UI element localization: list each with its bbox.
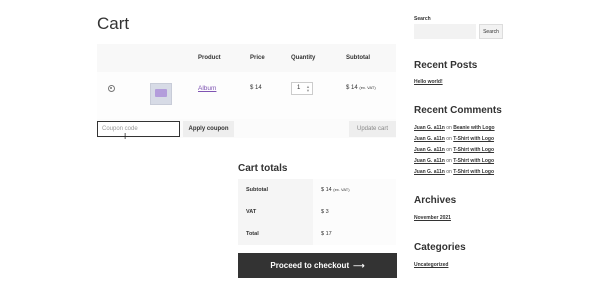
comment-on-text: on <box>446 147 452 153</box>
comment-author-link[interactable]: Juan G. a11n <box>414 158 445 164</box>
coupon-code-input[interactable]: Coupon code I <box>97 121 180 141</box>
item-subtotal-note: (ex. VAT) <box>359 85 376 90</box>
archive-text[interactable]: November 2021 <box>414 215 451 221</box>
coupon-placeholder: Coupon code <box>102 126 138 132</box>
comment-author-link[interactable]: Juan G. a11n <box>414 147 445 153</box>
totals-row-vat: VAT $ 3 <box>238 201 396 223</box>
text-cursor-icon: I <box>124 132 127 141</box>
totals-row-subtotal: Subtotal $ 14 (ex. VAT) <box>238 179 396 201</box>
search-input[interactable] <box>414 24 476 39</box>
recent-comment-item: Juan G. a11n on T-Shirt with Logo <box>414 169 494 175</box>
recent-comment-item: Juan G. a11n on T-Shirt with Logo <box>414 136 494 142</box>
cart-totals-title: Cart totals <box>238 163 288 174</box>
recent-comments-title: Recent Comments <box>414 105 502 116</box>
recent-comment-item: Juan G. a11n on T-Shirt with Logo <box>414 147 494 153</box>
recent-post-link[interactable]: Hello world! <box>414 79 443 85</box>
cart-item-row: Album $ 14 1 ▲ ▼ $ 14 (ex. VAT) <box>97 72 396 119</box>
cart-actions: Coupon code I Apply coupon Update cart <box>97 119 396 141</box>
totals-label: Subtotal <box>238 179 313 201</box>
comment-post-link[interactable]: T-Shirt with Logo <box>453 158 494 164</box>
update-cart-button[interactable]: Update cart <box>349 121 396 137</box>
totals-value: $ 3 <box>313 201 396 223</box>
header-product: Product <box>198 55 221 61</box>
comment-post-link[interactable]: Beanie with Logo <box>453 125 494 131</box>
subtotal-value: $ 14 <box>321 187 332 193</box>
comment-post-link[interactable]: T-Shirt with Logo <box>453 136 494 142</box>
header-subtotal: Subtotal <box>346 55 370 61</box>
comment-on-text: on <box>446 136 452 142</box>
comment-post-link[interactable]: T-Shirt with Logo <box>453 169 494 175</box>
item-price: $ 14 <box>250 85 262 91</box>
stepper-arrows-icon[interactable]: ▲ ▼ <box>306 85 310 93</box>
recent-post-text[interactable]: Hello world! <box>414 79 443 85</box>
recent-comment-item: Juan G. a11n on Beanie with Logo <box>414 125 495 131</box>
cart-table: Product Price Quantity Subtotal Album $ … <box>97 44 396 141</box>
album-thumbnail[interactable] <box>150 83 172 105</box>
item-subtotal: $ 14 (ex. VAT) <box>346 85 376 91</box>
totals-label: Total <box>238 223 313 245</box>
comment-author-link[interactable]: Juan G. a11n <box>414 169 445 175</box>
product-link[interactable]: Album <box>198 85 216 92</box>
proceed-to-checkout-button[interactable]: Proceed to checkout ⟶ <box>238 253 397 278</box>
comment-on-text: on <box>446 158 452 164</box>
totals-value: $ 17 <box>313 223 396 245</box>
header-quantity: Quantity <box>291 55 316 61</box>
totals-label: VAT <box>238 201 313 223</box>
comment-on-text: on <box>446 169 452 175</box>
arrow-right-icon: ⟶ <box>353 261 365 270</box>
category-link[interactable]: Uncategorized <box>414 262 448 268</box>
comment-author-link[interactable]: Juan G. a11n <box>414 136 445 142</box>
item-subtotal-value: $ 14 <box>346 85 358 91</box>
apply-coupon-button[interactable]: Apply coupon <box>183 121 234 137</box>
categories-title: Categories <box>414 242 466 253</box>
search-label: Search <box>414 16 431 22</box>
comment-author-link[interactable]: Juan G. a11n <box>414 125 445 131</box>
archives-title: Archives <box>414 195 457 206</box>
totals-row-total: Total $ 17 <box>238 223 396 245</box>
remove-item-icon[interactable] <box>108 85 115 92</box>
checkout-label: Proceed to checkout <box>270 261 350 270</box>
cart-totals-table: Subtotal $ 14 (ex. VAT) VAT $ 3 Total $ … <box>238 179 396 245</box>
subtotal-note: (ex. VAT) <box>333 187 350 192</box>
archive-link[interactable]: November 2021 <box>414 215 451 221</box>
quantity-stepper[interactable]: 1 ▲ ▼ <box>291 82 313 95</box>
cart-table-header: Product Price Quantity Subtotal <box>97 44 396 72</box>
quantity-value: 1 <box>297 85 301 91</box>
totals-value: $ 14 (ex. VAT) <box>313 179 396 201</box>
search-button[interactable]: Search <box>479 24 503 39</box>
recent-posts-title: Recent Posts <box>414 60 478 71</box>
category-text[interactable]: Uncategorized <box>414 262 448 268</box>
comment-on-text: on <box>446 125 452 131</box>
comment-post-link[interactable]: T-Shirt with Logo <box>453 147 494 153</box>
header-price: Price <box>250 55 265 61</box>
page-title: Cart <box>97 14 130 33</box>
recent-comment-item: Juan G. a11n on T-Shirt with Logo <box>414 158 494 164</box>
